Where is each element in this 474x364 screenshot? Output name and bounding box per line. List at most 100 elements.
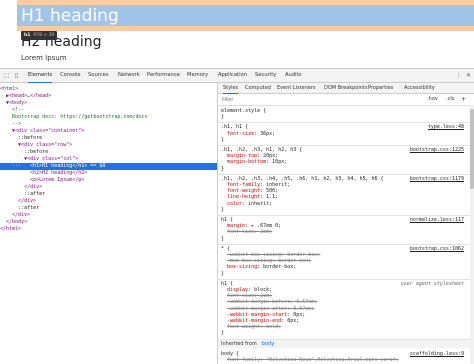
css-selector[interactable]: .h1, .h2, .h3, .h4, .h5, .h6, h1, h2, h3… [221,176,384,182]
inspect-icon[interactable]: ⬚ [3,72,10,79]
css-selector[interactable]: h1 { [221,217,233,223]
dom-node[interactable]: ::before [0,149,217,156]
css-value[interactable]: border-box; [263,264,296,270]
subtab-event-listeners[interactable]: Event Listeners [277,83,316,93]
dom-node[interactable]: ::before [0,135,217,142]
css-value[interactable]: 0px; [287,318,299,324]
dom-node[interactable]: Bootstrap docs: https://getbootstrap.com… [0,114,217,121]
css-rule[interactable]: .h1, .h2, .h3, h1, h2, h3 {margin-top: 2… [218,146,470,175]
dom-node[interactable]: ::after [0,205,217,212]
tab-security[interactable]: Security [255,69,276,82]
css-declaration[interactable]: -webkit-box-sizing: border-box; [227,252,320,258]
css-value[interactable]: 2em; [260,293,272,299]
tab-performance[interactable]: Performance [147,69,180,82]
hover-state-toggle[interactable]: :hov [427,95,438,104]
dom-node[interactable]: ▶<head>…</head> [0,93,217,100]
css-declaration[interactable]: font-family: "Helvetica Neue",Helvetica,… [227,357,399,363]
css-value[interactable]: bold; [266,324,281,330]
styles-scrollbar-thumb[interactable] [470,109,474,189]
css-property[interactable]: font-size [227,131,254,137]
css-selector[interactable]: } [221,236,224,242]
subtab-properties[interactable]: Properties [368,83,393,93]
css-value[interactable]: block; [254,287,272,293]
css-rule[interactable]: .h1, .h2, .h3, .h4, .h5, .h6, h1, h2, h3… [218,175,470,216]
css-selector[interactable]: } [221,330,224,336]
subtab-computed[interactable]: Computed [245,83,271,93]
css-rule[interactable]: h1 {margin: ▸ .67em 0; font-size: 2em;} no… [218,216,470,245]
css-declaration[interactable]: box-sizing: border-box; [227,264,296,270]
css-declaration[interactable]: font-family: inherit; [227,182,290,188]
selected-dom-node[interactable]: ··· <h1>H1 heading</h1> == $0 [0,163,217,170]
dom-node[interactable]: ::after [0,191,217,198]
css-property[interactable]: margin-bottom [227,159,266,165]
css-property[interactable]: -webkit-margin-after [227,306,287,312]
tab-memory[interactable]: Memory [187,69,208,82]
close-icon[interactable]: ✕ [465,72,472,79]
css-declaration[interactable]: font-size: 2em; [227,293,272,299]
css-property[interactable]: color [227,201,242,207]
css-selector[interactable]: } [221,166,224,172]
class-toggle[interactable]: .cls [446,95,454,104]
dom-node[interactable]: </body> [0,219,217,226]
new-rule-button[interactable]: + [461,95,466,104]
css-value[interactable]: 0.67em; [296,299,317,305]
css-selector[interactable]: body { [221,351,239,357]
css-rule[interactable]: element.style {} [218,107,470,124]
subtab-dom-breakpoints[interactable]: DOM Breakpoints [324,83,367,93]
css-property[interactable]: font-size [227,293,254,299]
css-property[interactable]: margin-top [227,153,257,159]
css-property[interactable]: font-weight [227,188,260,194]
rule-source-link[interactable]: bootstrap.css:1062 [410,246,464,252]
css-declaration[interactable]: margin-bottom: 10px; [227,159,287,165]
dom-node[interactable]: <p>Lorem Ipsum</p> [0,177,217,184]
css-property[interactable]: font-weight [227,324,260,330]
css-rule[interactable]: .h1, h1 {font-size: 36px;} type.less:48 [218,123,470,146]
css-selector[interactable]: } [221,114,224,120]
inherited-tag[interactable]: body [259,340,277,347]
css-selector[interactable]: } [221,271,224,277]
rule-source-link[interactable]: bootstrap.css:1179 [410,176,464,182]
tab-audits[interactable]: Audits [285,69,301,82]
css-declaration[interactable]: font-size: 36px; [227,131,275,137]
dom-node[interactable]: --> [0,121,217,128]
css-value[interactable]: 1.1; [266,194,278,200]
css-property[interactable]: box-sizing [227,264,257,270]
css-value[interactable]: 0px; [293,312,305,318]
css-property[interactable]: margin [227,223,245,229]
css-property[interactable]: -webkit-margin-start [227,312,287,318]
dom-node[interactable]: </div> [0,212,217,219]
tab-elements[interactable]: Elements [28,69,53,83]
css-value[interactable]: 20px; [263,153,278,159]
styles-filter-input[interactable] [222,96,372,103]
css-rule[interactable]: body {font-family: "Helvetica Neue",Helv… [218,350,470,364]
subtab-styles[interactable]: Styles [223,83,239,94]
css-value[interactable]: 36px; [260,131,275,137]
dom-node[interactable]: </div> [0,198,217,205]
dom-node[interactable]: <h2>H2 heading</h2> [0,170,217,177]
dom-node[interactable]: </div> [0,184,217,191]
css-selector[interactable]: * { [221,246,230,252]
tab-application[interactable]: Application [218,69,247,82]
css-declaration[interactable]: font-weight: 500; [227,188,278,194]
css-selector[interactable]: } [221,207,224,213]
css-selector[interactable]: element.style { [221,108,266,114]
rule-source-link[interactable]: normalize.less:117 [410,217,464,223]
css-property[interactable]: display [227,287,248,293]
css-declaration[interactable]: -webkit-margin-after: 0.67em; [227,306,314,312]
dom-node[interactable]: ▼<body> [0,100,217,107]
css-selector[interactable]: .h1, h1 { [221,124,248,130]
css-value[interactable]: inherit; [248,201,272,207]
css-selector[interactable]: } [221,137,224,143]
css-property[interactable]: -moz-box-sizing [227,258,272,264]
css-selector[interactable]: .h1, .h2, .h3, h1, h2, h3 { [221,147,302,153]
tab-network[interactable]: Network [118,69,140,82]
css-declaration[interactable]: -moz-box-sizing: border-box; [227,258,311,264]
dom-node[interactable]: ▼<div class="row"> [0,142,217,149]
dom-node[interactable]: <html> [0,86,217,93]
css-property[interactable]: -webkit-box-sizing [227,252,281,258]
css-property[interactable]: line-height [227,194,260,200]
css-selector[interactable]: h1 { [221,281,233,287]
css-value[interactable]: 2em; [260,229,272,235]
dom-node[interactable]: ▼<div class="col"> [0,156,217,163]
css-value[interactable]: ▸ .67em 0; [251,223,281,229]
